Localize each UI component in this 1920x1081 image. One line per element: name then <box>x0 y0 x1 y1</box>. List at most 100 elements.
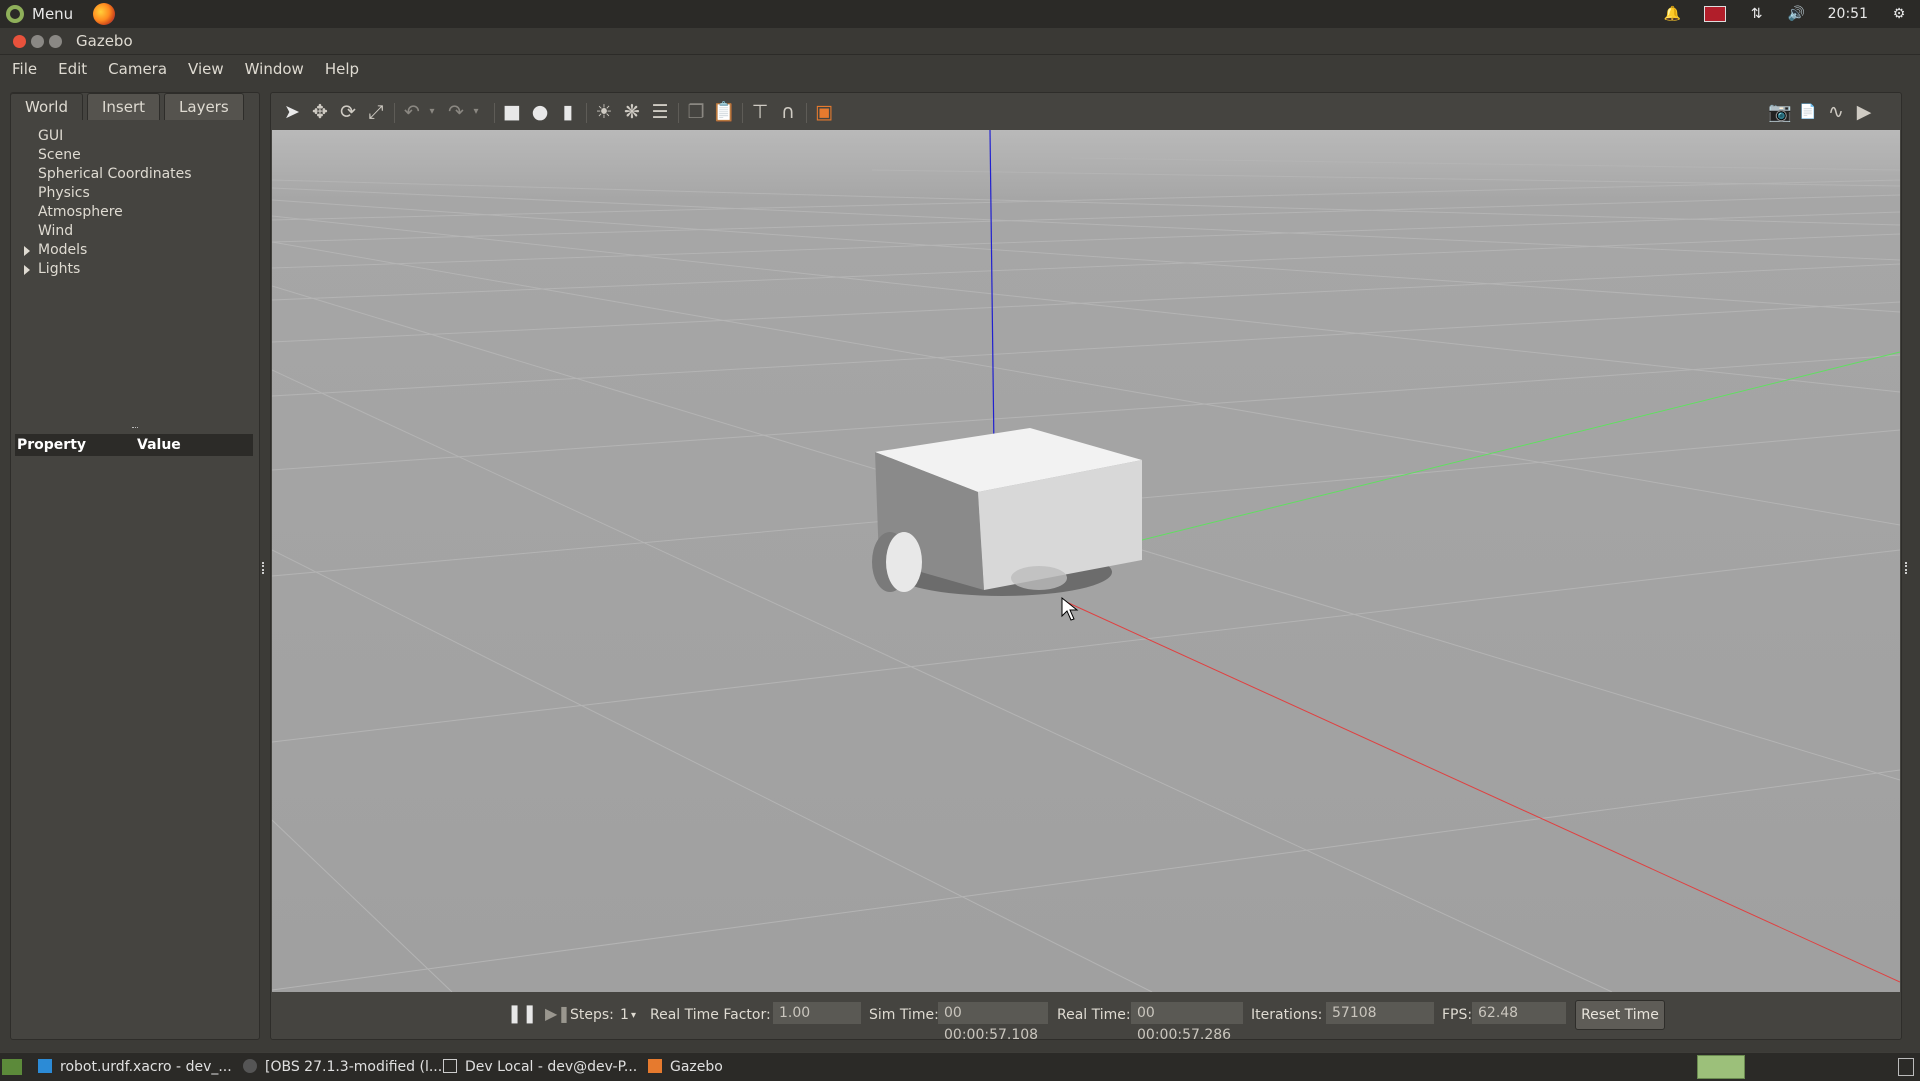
mint-logo-icon <box>6 5 24 23</box>
task-terminal[interactable]: Dev Local - dev@dev-P... <box>443 1057 637 1077</box>
task-vscode[interactable]: robot.urdf.xacro - dev_... <box>38 1057 232 1077</box>
menu-window[interactable]: Window <box>236 60 313 78</box>
tree-item-scene[interactable]: Scene <box>20 146 250 165</box>
volume-icon[interactable]: 🔊 <box>1788 6 1806 22</box>
steps-dropdown-icon[interactable]: ▾ <box>631 1010 636 1021</box>
tree-item-models[interactable]: Models <box>20 241 250 260</box>
sim-time-label: Sim Time: <box>869 1007 939 1023</box>
point-light-icon[interactable]: ☀ <box>592 100 616 124</box>
rotate-icon[interactable]: ⟳ <box>336 100 360 124</box>
menu-view[interactable]: View <box>179 60 233 78</box>
firefox-icon[interactable] <box>93 3 116 25</box>
real-time-label: Real Time: <box>1057 1007 1131 1023</box>
task-label: robot.urdf.xacro - dev_... <box>60 1059 232 1075</box>
steps-value[interactable]: 1 <box>620 1007 629 1023</box>
gazebo-icon <box>648 1059 662 1073</box>
tree-item-label: Spherical Coordinates <box>38 166 192 182</box>
left-panel-tabs: World Insert Layers <box>10 93 244 121</box>
robot-model[interactable] <box>872 428 1142 592</box>
toolbar-separator <box>586 103 587 123</box>
task-label: [OBS 27.1.3-modified (l... <box>265 1059 443 1075</box>
menu-file[interactable]: File <box>3 60 46 78</box>
real-time-factor-label: Real Time Factor: <box>650 1007 771 1023</box>
value-column-header[interactable]: Value <box>137 437 181 453</box>
redo-dropdown-icon[interactable]: ▾ <box>464 100 488 124</box>
tab-insert[interactable]: Insert <box>87 93 161 120</box>
sphere-shape-icon[interactable]: ● <box>528 100 552 124</box>
tree-item-lights[interactable]: Lights <box>20 260 250 279</box>
property-table-header: Property Value <box>15 434 253 456</box>
world-tree: GUI Scene Spherical Coordinates Physics … <box>20 127 250 279</box>
select-arrow-icon[interactable]: ➤ <box>280 100 304 124</box>
tree-item-label: Lights <box>38 261 81 277</box>
tree-item-spherical-coordinates[interactable]: Spherical Coordinates <box>20 165 250 184</box>
screenshot-icon[interactable]: 📷 <box>1768 100 1792 124</box>
tree-item-wind[interactable]: Wind <box>20 222 250 241</box>
trash-icon[interactable] <box>1898 1058 1914 1076</box>
obs-icon <box>243 1059 257 1073</box>
tree-item-physics[interactable]: Physics <box>20 184 250 203</box>
right-panel-collapse-handle[interactable] <box>1905 562 1910 574</box>
panel-splitter-handle[interactable] <box>132 427 138 431</box>
log-icon[interactable]: 📄 <box>1796 100 1820 124</box>
network-icon[interactable]: ⇅ <box>1748 6 1766 22</box>
real-time-factor-value: 1.00 <box>773 1002 861 1024</box>
paste-icon[interactable]: 📋 <box>712 100 736 124</box>
tree-item-atmosphere[interactable]: Atmosphere <box>20 203 250 222</box>
snap-icon[interactable]: ∩ <box>776 100 800 124</box>
window-titlebar: Gazebo <box>0 28 1920 55</box>
tray-gazebo-icon[interactable] <box>1697 1055 1745 1079</box>
undo-dropdown-icon[interactable]: ▾ <box>420 100 444 124</box>
box-shape-icon[interactable]: ■ <box>500 100 524 124</box>
tree-item-gui[interactable]: GUI <box>20 127 250 146</box>
tab-layers[interactable]: Layers <box>164 93 244 120</box>
spot-light-icon[interactable]: ❋ <box>620 100 644 124</box>
left-panel-collapse-handle[interactable] <box>262 562 267 574</box>
steps-label: Steps: <box>570 1007 614 1023</box>
toolbar: ➤ ✥ ⟳ ⤢ ↶ ▾ ↷ ▾ ■ ● ▮ ☀ ❋ ☰ ❐ 📋 ⊤ ∩ ▣ 📷 … <box>272 93 1900 129</box>
tree-item-label: Wind <box>38 223 74 239</box>
scale-icon[interactable]: ⤢ <box>364 100 388 124</box>
tab-world[interactable]: World <box>10 93 83 120</box>
3d-viewport[interactable] <box>272 130 1900 992</box>
system-menu-button[interactable]: Menu <box>6 3 116 25</box>
settings-gear-icon[interactable]: ⚙ <box>1890 6 1908 22</box>
cylinder-shape-icon[interactable]: ▮ <box>556 100 580 124</box>
directional-light-icon[interactable]: ☰ <box>648 100 672 124</box>
plot-icon[interactable]: ∿ <box>1824 100 1848 124</box>
clock[interactable]: 20:51 <box>1828 6 1868 22</box>
window-close-button[interactable] <box>13 35 26 48</box>
task-obs[interactable]: [OBS 27.1.3-modified (l... <box>243 1057 442 1077</box>
system-panel: Menu 🔔 ⇅ 🔊 20:51 ⚙ <box>0 0 1920 28</box>
property-column-header[interactable]: Property <box>15 437 137 453</box>
reset-time-button[interactable]: Reset Time <box>1575 1000 1665 1030</box>
menu-camera[interactable]: Camera <box>99 60 176 78</box>
translate-icon[interactable]: ✥ <box>308 100 332 124</box>
pause-icon[interactable]: ❚❚ <box>507 1003 537 1024</box>
task-gazebo[interactable]: Gazebo <box>648 1057 723 1077</box>
terminal-icon <box>443 1059 457 1073</box>
iterations-label: Iterations: <box>1251 1007 1323 1023</box>
record-video-icon[interactable]: ▶ <box>1852 100 1876 124</box>
expand-arrow-icon[interactable] <box>24 246 30 256</box>
tree-item-label: Atmosphere <box>38 204 123 220</box>
view-angle-icon[interactable]: ▣ <box>812 100 836 124</box>
align-icon[interactable]: ⊤ <box>748 100 772 124</box>
show-desktop-icon[interactable] <box>2 1059 22 1075</box>
notification-bell-icon[interactable]: 🔔 <box>1664 6 1682 22</box>
menu-help[interactable]: Help <box>316 60 368 78</box>
expand-arrow-icon[interactable] <box>24 265 30 275</box>
toolbar-separator <box>742 103 743 123</box>
window-title: Gazebo <box>76 32 133 50</box>
real-time-value: 00 00:00:57.286 <box>1131 1002 1243 1043</box>
toolbar-separator <box>394 103 395 123</box>
step-icon[interactable]: ▶❚ <box>545 1004 571 1023</box>
copy-icon[interactable]: ❐ <box>684 100 708 124</box>
screen-record-icon[interactable] <box>1703 6 1726 22</box>
window-minimize-button[interactable] <box>31 35 44 48</box>
task-label: Gazebo <box>670 1059 723 1075</box>
sim-time-value: 00 00:00:57.108 <box>938 1002 1048 1043</box>
window-maximize-button[interactable] <box>49 35 62 48</box>
menu-edit[interactable]: Edit <box>49 60 96 78</box>
simulation-bar: ❚❚ ▶❚ Steps: 1 ▾ Real Time Factor: 1.00 … <box>272 993 1900 1043</box>
